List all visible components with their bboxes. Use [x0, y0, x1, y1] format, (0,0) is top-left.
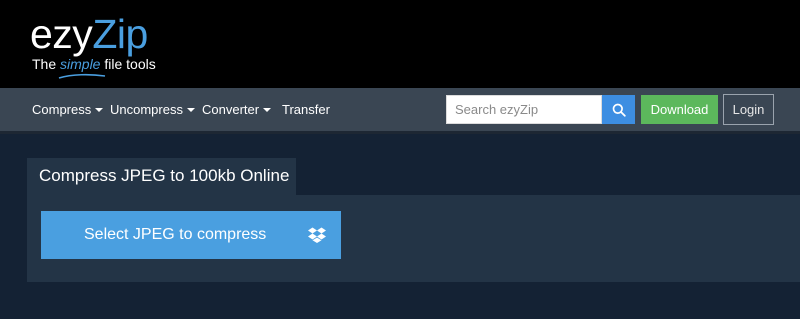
- tagline-after: file tools: [100, 56, 156, 72]
- nav-item-label: Uncompress: [110, 102, 183, 117]
- swoosh-underline: [58, 73, 106, 79]
- caret-down-icon: [95, 107, 104, 112]
- logo-wordmark: ezyZip: [30, 12, 148, 56]
- caret-down-icon: [263, 107, 272, 112]
- nav-divider: [0, 131, 800, 134]
- tab-compress-jpeg[interactable]: Compress JPEG to 100kb Online: [27, 158, 296, 196]
- nav-item-transfer[interactable]: Transfer: [282, 88, 330, 131]
- tagline-before: The: [32, 56, 61, 72]
- logo-tagline: The simple file tools: [32, 56, 156, 72]
- logo[interactable]: ezyZip The simple file tools: [30, 12, 165, 79]
- logo-word-zip: Zip: [92, 11, 148, 57]
- search-input[interactable]: [446, 95, 602, 124]
- nav-item-label: Converter: [202, 102, 260, 117]
- select-file-label: Select JPEG to compress: [84, 226, 267, 243]
- nav-item-converter[interactable]: Converter: [202, 88, 272, 131]
- nav-item-label: Transfer: [282, 102, 330, 117]
- nav-item-compress[interactable]: Compress: [32, 88, 104, 131]
- search-icon: [612, 103, 626, 117]
- dropbox-icon[interactable]: [308, 227, 326, 243]
- login-button[interactable]: Login: [723, 94, 774, 125]
- logo-word-ezy: ezy: [30, 11, 93, 57]
- search-button[interactable]: [602, 95, 635, 124]
- site-header: ezyZip The simple file tools: [0, 0, 800, 88]
- caret-down-icon: [186, 107, 195, 112]
- select-file-button[interactable]: Select JPEG to compress: [41, 211, 341, 259]
- download-button[interactable]: Download: [641, 95, 718, 124]
- tagline-highlight: simple: [60, 56, 101, 72]
- nav-item-label: Compress: [32, 102, 92, 117]
- nav-item-uncompress[interactable]: Uncompress: [110, 88, 195, 131]
- page-title: Compress JPEG to 100kb Online: [39, 166, 290, 185]
